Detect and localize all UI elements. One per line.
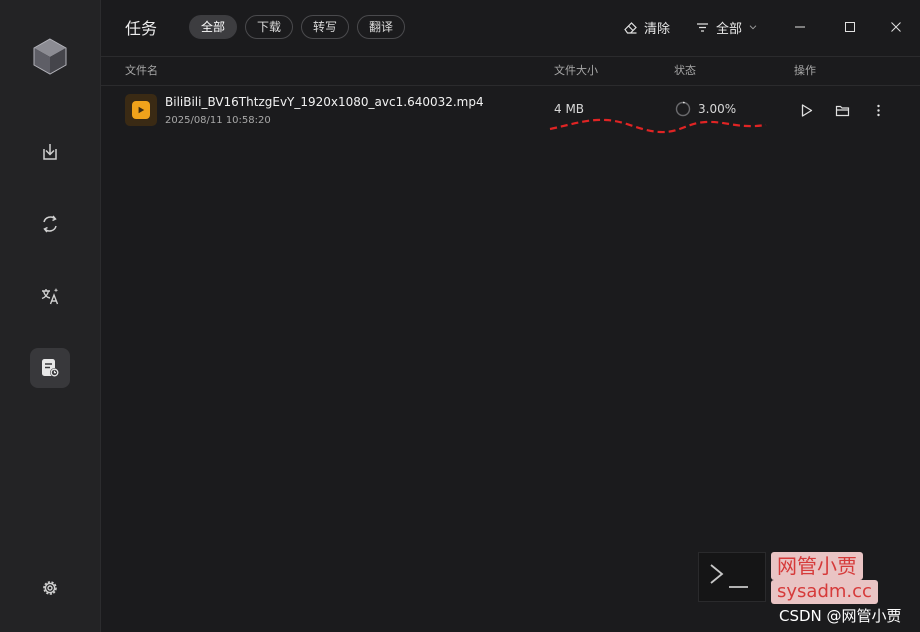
- filter-icon: [697, 22, 708, 32]
- clear-button[interactable]: 清除: [623, 17, 670, 37]
- chevron-down-icon: [749, 25, 757, 30]
- close-icon: [891, 22, 901, 32]
- task-list-icon: [42, 359, 59, 377]
- page-title: 任务: [125, 19, 158, 38]
- column-header-size: 文件大小: [554, 64, 598, 77]
- play-icon: [801, 103, 812, 117]
- table-header: 文件名 文件大小 状态 操作: [101, 56, 920, 86]
- main-panel: 任务 全部 下载 转写 翻译 清除 全部 文件名 文件大小 状态 操作 Bili…: [101, 0, 920, 632]
- tab-transcribe[interactable]: 转写: [301, 15, 350, 39]
- column-header-name: 文件名: [125, 64, 158, 77]
- convert-icon: [43, 215, 57, 233]
- title-bar: 任务 全部 下载 转写 翻译 清除 全部: [101, 0, 920, 54]
- terminal-watermark-icon: [698, 552, 766, 602]
- close-button[interactable]: [886, 17, 906, 37]
- tab-all[interactable]: 全部: [189, 15, 238, 39]
- file-date: 2025/08/11 10:58:20: [165, 115, 271, 126]
- status-percent: 3.00%: [698, 102, 737, 116]
- watermark-site: sysadm.cc: [771, 580, 878, 604]
- more-vertical-icon: [876, 104, 880, 116]
- sidebar-item-tasks[interactable]: [30, 348, 70, 388]
- minimize-icon: [795, 26, 805, 28]
- watermark-chinese: 网管小贾: [771, 552, 863, 580]
- maximize-icon: [845, 22, 855, 32]
- cube-logo-icon: [30, 36, 70, 76]
- progress-spinner-icon: [675, 101, 691, 117]
- settings-button[interactable]: [30, 568, 70, 608]
- maximize-button[interactable]: [840, 17, 860, 37]
- table-row[interactable]: BiliBili_BV16ThtzgEvY_1920x1080_avc1.640…: [101, 86, 920, 134]
- annotation-squiggle: [549, 118, 767, 134]
- column-header-actions: 操作: [794, 64, 816, 77]
- play-button[interactable]: [797, 101, 815, 119]
- tab-download[interactable]: 下载: [245, 15, 294, 39]
- translate-icon: [41, 288, 59, 305]
- file-name: BiliBili_BV16ThtzgEvY_1920x1080_avc1.640…: [165, 95, 484, 109]
- column-header-status: 状态: [674, 64, 696, 77]
- sidebar-item-download[interactable]: [30, 132, 70, 172]
- watermark-csdn: CSDN @网管小贾: [779, 607, 902, 625]
- eraser-icon: [624, 21, 637, 34]
- sidebar: [0, 0, 101, 632]
- download-icon: [43, 144, 57, 160]
- tab-translate[interactable]: 翻译: [357, 15, 406, 39]
- task-status: 3.00%: [675, 101, 736, 117]
- file-size: 4 MB: [554, 102, 585, 116]
- folder-icon: [835, 105, 849, 116]
- more-options-button[interactable]: [869, 101, 887, 119]
- video-file-icon: [125, 94, 157, 126]
- filter-dropdown[interactable]: 全部: [695, 17, 758, 37]
- filter-label: 全部: [716, 21, 743, 37]
- clear-label: 清除: [644, 21, 671, 37]
- settings-icon: [43, 581, 57, 595]
- open-folder-button[interactable]: [833, 101, 851, 119]
- sidebar-item-convert[interactable]: [30, 204, 70, 244]
- minimize-button[interactable]: [790, 17, 810, 37]
- sidebar-item-translate[interactable]: [30, 276, 70, 316]
